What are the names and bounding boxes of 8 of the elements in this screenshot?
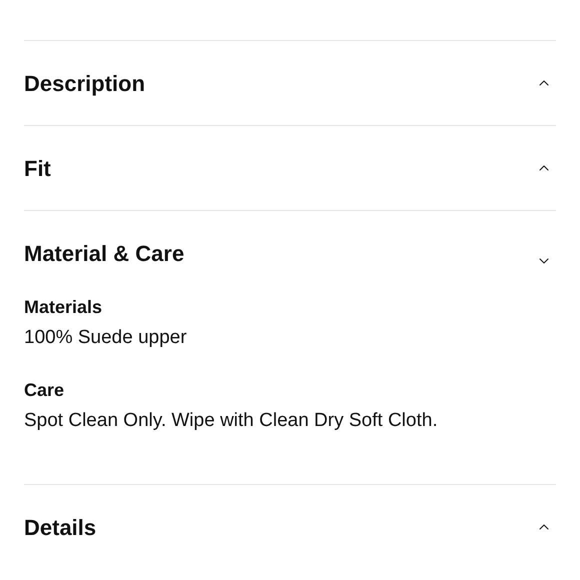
- section-heading: Care: [24, 379, 66, 402]
- section-heading: Materials: [24, 296, 104, 319]
- section-text: Spot Clean Only. Wipe with Clean Dry Soft Cloth.: [24, 409, 439, 433]
- accordion-header[interactable]: Material & Care: [24, 211, 556, 295]
- accordion-header[interactable]: Details: [24, 485, 556, 569]
- accordion-header[interactable]: Fit: [24, 126, 556, 210]
- section-text: 100% Suede upper: [24, 326, 188, 350]
- accordion-header[interactable]: Description: [24, 41, 556, 125]
